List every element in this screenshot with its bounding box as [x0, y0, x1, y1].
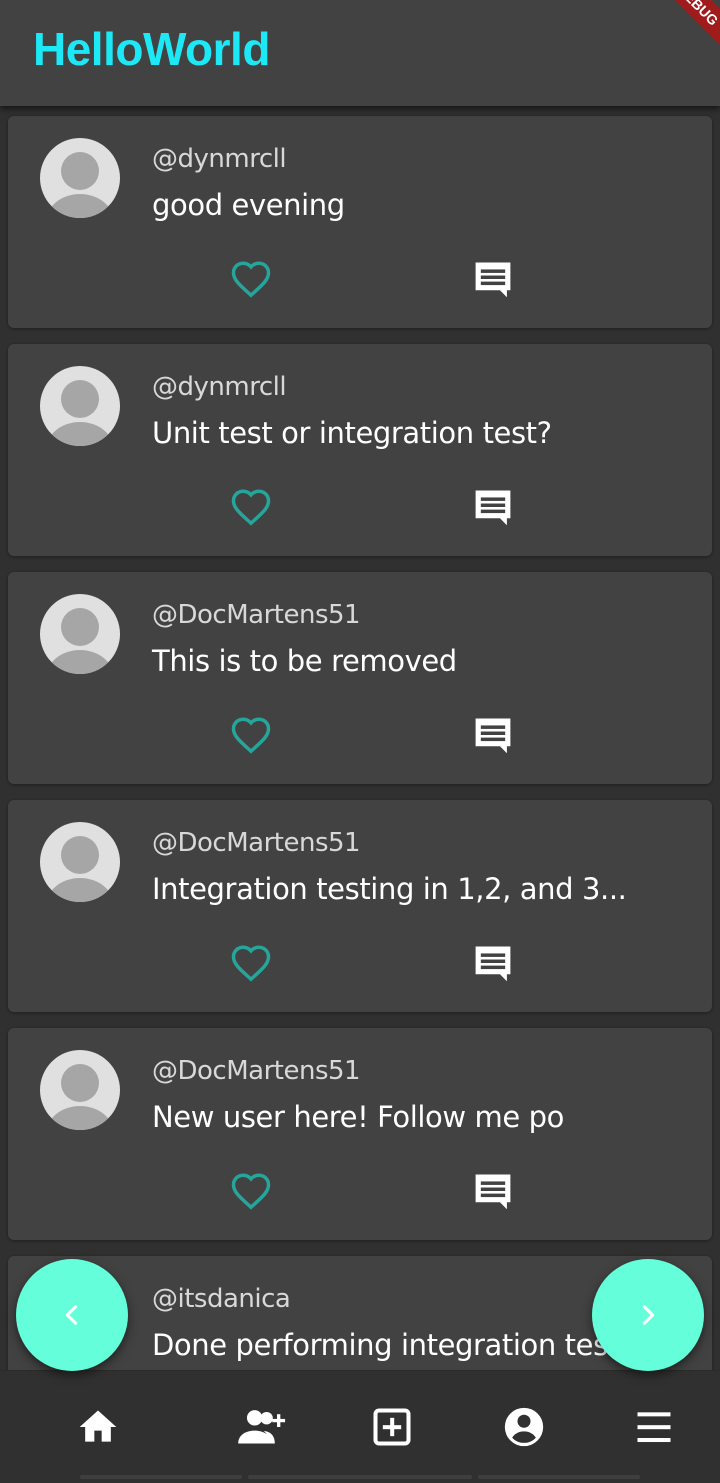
post-message: Done performing integration tes: [152, 1328, 608, 1362]
post-card: @dynmrcll good evening: [8, 116, 712, 328]
avatar[interactable]: [40, 366, 120, 446]
post-message: This is to be removed: [152, 644, 457, 678]
comment-icon: [475, 490, 511, 526]
heart-outline-icon: [231, 945, 271, 982]
comment-button[interactable]: [470, 256, 516, 302]
avatar[interactable]: [40, 1050, 120, 1130]
next-page-button[interactable]: [592, 1259, 704, 1371]
avatar[interactable]: [40, 138, 120, 218]
post-username[interactable]: @dynmrcll: [152, 372, 287, 402]
post-feed[interactable]: @dynmrcll good evening @dynmrcll Unit te…: [0, 106, 720, 1370]
post-username[interactable]: @DocMartens51: [152, 828, 361, 858]
post-message: good evening: [152, 188, 345, 222]
heart-outline-icon: [231, 261, 271, 298]
nav-divider: [80, 1475, 242, 1479]
nav-divider: [478, 1475, 640, 1479]
comment-icon: [475, 946, 511, 982]
like-button[interactable]: [228, 1168, 274, 1214]
heart-outline-icon: [231, 717, 271, 754]
post-username[interactable]: @DocMartens51: [152, 600, 361, 630]
comment-icon: [475, 262, 511, 298]
avatar[interactable]: [40, 822, 120, 902]
post-username[interactable]: @itsdanica: [152, 1284, 291, 1314]
post-message: New user here! Follow me po: [152, 1100, 564, 1134]
nav-profile[interactable]: [496, 1399, 552, 1455]
home-icon: [79, 1410, 117, 1442]
heart-outline-icon: [231, 1173, 271, 1210]
add-friend-icon: [238, 1410, 286, 1444]
comment-icon: [475, 1174, 511, 1210]
post-card: @DocMartens51 This is to be removed: [8, 572, 712, 784]
nav-divider: [248, 1475, 472, 1479]
nav-home[interactable]: [70, 1399, 126, 1455]
like-button[interactable]: [228, 256, 274, 302]
heart-outline-icon: [231, 489, 271, 526]
app-bar: HelloWorld DEBUG: [0, 0, 720, 106]
like-button[interactable]: [228, 712, 274, 758]
app-title: HelloWorld: [33, 23, 270, 75]
bottom-navigation: [0, 1370, 720, 1483]
post-message: Integration testing in 1,2, and 3...: [152, 872, 627, 906]
post-username[interactable]: @dynmrcll: [152, 144, 287, 174]
comment-button[interactable]: [470, 712, 516, 758]
debug-banner: DEBUG: [646, 0, 720, 57]
comment-button[interactable]: [470, 940, 516, 986]
post-card: @dynmrcll Unit test or integration test?: [8, 344, 712, 556]
comment-icon: [475, 718, 511, 754]
comment-button[interactable]: [470, 1168, 516, 1214]
nav-add-post[interactable]: [364, 1399, 420, 1455]
add-post-icon: [373, 1408, 411, 1446]
like-button[interactable]: [228, 940, 274, 986]
chevron-right-icon: [642, 1305, 655, 1325]
nav-add-friend[interactable]: [234, 1399, 290, 1455]
chevron-left-icon: [65, 1305, 78, 1325]
post-card: @DocMartens51 Integration testing in 1,2…: [8, 800, 712, 1012]
post-message: Unit test or integration test?: [152, 416, 552, 450]
menu-icon: [637, 1412, 671, 1443]
avatar[interactable]: [40, 594, 120, 674]
post-username[interactable]: @DocMartens51: [152, 1056, 361, 1086]
previous-page-button[interactable]: [16, 1259, 128, 1371]
comment-button[interactable]: [470, 484, 516, 530]
like-button[interactable]: [228, 484, 274, 530]
post-card: @DocMartens51 New user here! Follow me p…: [8, 1028, 712, 1240]
nav-menu[interactable]: [626, 1399, 682, 1455]
account-icon: [504, 1407, 544, 1447]
